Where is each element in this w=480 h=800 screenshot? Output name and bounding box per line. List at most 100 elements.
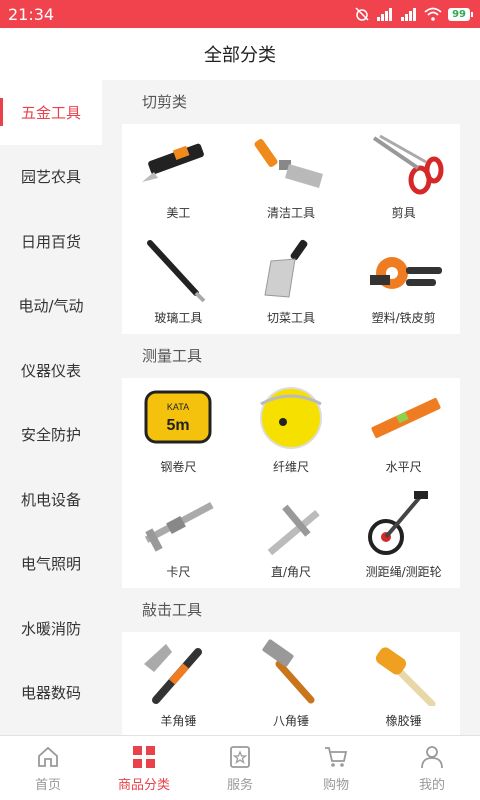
sidebar-item-label: 机电设备 — [20, 490, 81, 509]
subcategory-label: 测距绳/测距轮 — [365, 565, 442, 579]
tape-measure-icon: KATA 5m — [144, 390, 212, 444]
subcategory-label: 水平尺 — [385, 460, 422, 474]
spirit-level-icon — [371, 398, 441, 438]
subcategory-item[interactable]: KATA 5m 钢卷尺 — [122, 378, 235, 483]
signal-icon — [377, 8, 393, 21]
subcategory-label: 清洁工具 — [266, 206, 315, 220]
sidebar-item-label: 园艺农具 — [20, 168, 81, 187]
subcategory-item[interactable]: 剪具 — [347, 124, 460, 229]
tab-home[interactable]: 首页 — [0, 736, 96, 800]
sidebar-item-label: 电动/气动 — [18, 297, 84, 316]
subcategory-item[interactable]: 橡胶锤 — [347, 632, 460, 735]
subcategory-item[interactable]: 美工 — [122, 124, 235, 229]
sidebar-item[interactable]: 机电设备 — [0, 467, 102, 532]
kitchen-knife-icon — [264, 239, 308, 298]
tab-category[interactable]: 商品分类 — [96, 736, 192, 800]
tab-label: 购物 — [322, 777, 349, 793]
status-icons: 99 — [354, 6, 473, 22]
signal-icon — [401, 8, 417, 21]
subcategory-label: 纤维尺 — [272, 460, 309, 474]
tab-cart[interactable]: 购物 — [288, 736, 384, 800]
section-title: 切剪类 — [142, 93, 188, 111]
sidebar-item-label: 水暖消防 — [20, 619, 81, 638]
product-grid: 美工 清洁工具 剪具玻璃工具 切菜工具 塑料/铁皮剪 — [122, 124, 460, 334]
subcategory-label: 塑料/铁皮剪 — [371, 311, 436, 325]
subcategory-item[interactable]: 卡尺 — [122, 483, 235, 588]
category-icon — [133, 745, 155, 768]
subcategory-item[interactable]: 玻璃工具 — [122, 229, 235, 334]
service-icon — [230, 745, 250, 768]
product-grid: KATA 5m 钢卷尺 纤维尺 水平尺卡尺 直/角尺 测距绳/测距轮 — [122, 378, 460, 588]
subcategory-panel: 切剪类美工 清洁工具 剪具玻璃工具 切菜工具 塑料/铁皮剪测量工具 KATA 5m 钢卷尺 纤维… — [102, 80, 480, 735]
tab-label: 我的 — [418, 777, 445, 793]
subcategory-label: 剪具 — [391, 206, 416, 220]
sidebar-item[interactable]: 五金工具 — [0, 80, 102, 145]
wifi-icon — [424, 7, 442, 21]
sidebar-item[interactable]: 仪器仪表 — [0, 338, 102, 403]
subcategory-label: 美工 — [166, 206, 191, 220]
tab-label: 商品分类 — [117, 777, 170, 793]
octagon-hammer-icon — [262, 639, 315, 704]
sidebar-item[interactable]: 电气照明 — [0, 532, 102, 597]
subcategory-label: 橡胶锤 — [385, 714, 422, 728]
section-title: 测量工具 — [142, 347, 203, 365]
subcategory-item[interactable]: 测距绳/测距轮 — [347, 483, 460, 588]
utility-knife-icon — [142, 143, 205, 182]
subcategory-item[interactable]: 切菜工具 — [235, 229, 348, 334]
sidebar-item-label: 五金工具 — [20, 103, 81, 122]
svg-text:KATA: KATA — [167, 402, 189, 412]
sidebar-item-label: 电气照明 — [20, 555, 81, 574]
scissors-icon — [372, 134, 444, 195]
subcategory-item[interactable]: 水平尺 — [347, 378, 460, 483]
subcategory-label: 卡尺 — [166, 565, 191, 579]
rubber-mallet-icon — [375, 647, 436, 706]
sidebar-item[interactable]: 水暖消防 — [0, 596, 102, 661]
sidebar-item[interactable]: 电器数码 — [0, 661, 102, 726]
category-sidebar: 五金工具园艺农具日用百货电动/气动仪器仪表安全防护机电设备电气照明水暖消防电器数… — [0, 80, 102, 735]
subcategory-item[interactable]: 羊角锤 — [122, 632, 235, 735]
subcategory-item[interactable]: 直/角尺 — [235, 483, 348, 588]
fiber-tape-icon — [259, 387, 322, 449]
square-ruler-icon — [267, 504, 320, 556]
tin-snips-icon — [369, 257, 442, 289]
subcategory-label: 直/角尺 — [270, 565, 312, 579]
status-bar: 21:34 99 — [0, 0, 480, 28]
section-title: 敲击工具 — [142, 601, 203, 619]
status-time: 21:34 — [8, 4, 55, 24]
sidebar-item-label: 电器数码 — [20, 684, 81, 703]
subcategory-label: 切菜工具 — [266, 311, 315, 325]
tab-service[interactable]: 服务 — [192, 736, 288, 800]
page-title: 全部分类 — [0, 28, 480, 80]
sidebar-item[interactable]: 日用百货 — [0, 209, 102, 274]
product-grid: 羊角锤 八角锤 橡胶锤 — [122, 632, 460, 735]
subcategory-label: 钢卷尺 — [160, 460, 197, 474]
svg-text:5m: 5m — [167, 417, 190, 434]
subcategory-label: 玻璃工具 — [154, 311, 203, 325]
sidebar-item-label: 仪器仪表 — [20, 361, 81, 380]
sidebar-item-label: 日用百货 — [20, 232, 81, 251]
sidebar-item[interactable]: 安全防护 — [0, 403, 102, 468]
subcategory-label: 羊角锤 — [160, 714, 197, 728]
sidebar-item-label: 安全防护 — [20, 426, 81, 445]
subcategory-item[interactable]: 清洁工具 — [235, 124, 348, 229]
measuring-wheel-icon — [367, 491, 428, 555]
home-icon — [38, 746, 58, 767]
tab-profile[interactable]: 我的 — [384, 736, 480, 800]
cart-icon — [325, 746, 348, 767]
subcategory-item[interactable]: 纤维尺 — [235, 378, 348, 483]
glass-cutter-icon — [147, 240, 206, 303]
scraper-icon — [254, 139, 323, 188]
sidebar-item[interactable]: 电动/气动 — [0, 274, 102, 339]
subcategory-item[interactable]: 塑料/铁皮剪 — [347, 229, 460, 334]
profile-icon — [421, 745, 443, 768]
alarm-off-icon — [355, 7, 369, 21]
sidebar-item[interactable]: 园艺农具 — [0, 145, 102, 210]
bottom-tab-bar: 首页 商品分类 服务 购物 我的 — [0, 735, 480, 800]
battery-icon: 99 — [448, 7, 473, 21]
subcategory-item[interactable]: 八角锤 — [235, 632, 348, 735]
claw-hammer-icon — [144, 644, 203, 704]
tab-label: 首页 — [34, 777, 61, 793]
tab-label: 服务 — [226, 777, 253, 793]
subcategory-label: 八角锤 — [272, 714, 309, 728]
caliper-icon — [145, 501, 214, 552]
